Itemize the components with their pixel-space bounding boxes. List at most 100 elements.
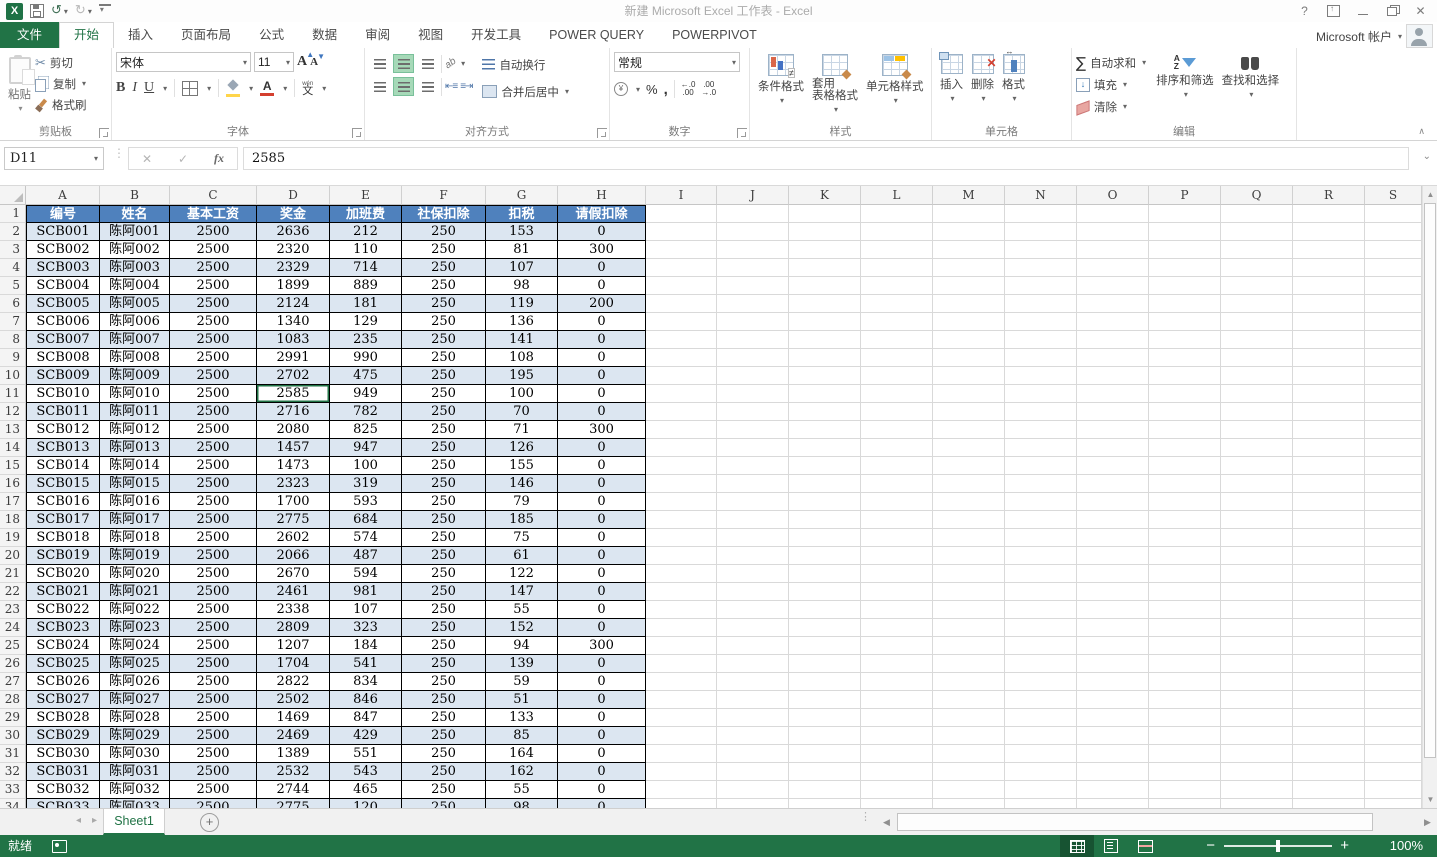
column-header-C[interactable]: C (170, 186, 257, 205)
grid-cell-O31[interactable] (1077, 745, 1149, 763)
grid-cell-O4[interactable] (1077, 259, 1149, 277)
grid-cell-Q27[interactable] (1221, 673, 1293, 691)
grid-cell-A25[interactable]: SCB024 (26, 637, 100, 655)
grid-cell-P1[interactable] (1149, 205, 1221, 223)
grid-cell-E16[interactable]: 319 (330, 475, 402, 493)
grid-cell-E6[interactable]: 181 (330, 295, 402, 313)
grid-cell-Q21[interactable] (1221, 565, 1293, 583)
grid-cell-C30[interactable]: 2500 (170, 727, 257, 745)
grid-cell-S26[interactable] (1365, 655, 1422, 673)
grid-cell-D20[interactable]: 2066 (257, 547, 330, 565)
grid-cell-A33[interactable]: SCB032 (26, 781, 100, 799)
grid-cell-E10[interactable]: 475 (330, 367, 402, 385)
grid-cell-P18[interactable] (1149, 511, 1221, 529)
grid-cell-S2[interactable] (1365, 223, 1422, 241)
horizontal-scroll-thumb[interactable] (897, 813, 1373, 831)
grid-cell-R34[interactable] (1293, 799, 1365, 808)
grid-cell-R9[interactable] (1293, 349, 1365, 367)
row-header-21[interactable]: 21 (0, 565, 26, 583)
grid-cell-E4[interactable]: 714 (330, 259, 402, 277)
grid-cell-G16[interactable]: 146 (486, 475, 558, 493)
grid-cell-A12[interactable]: SCB011 (26, 403, 100, 421)
number-format-combobox[interactable]: 常规 ▾ (614, 52, 740, 72)
grid-cell-O8[interactable] (1077, 331, 1149, 349)
collapse-ribbon-button[interactable]: ∧ (1418, 126, 1425, 137)
grid-cell-F25[interactable]: 250 (402, 637, 486, 655)
grid-cell-J26[interactable] (717, 655, 789, 673)
grid-cell-C3[interactable]: 2500 (170, 241, 257, 259)
grid-cell-L27[interactable] (861, 673, 933, 691)
grid-cell-S19[interactable] (1365, 529, 1422, 547)
cell-styles-button[interactable]: 单元格样式 ▾ (862, 52, 928, 125)
ribbon-tab-开发工具[interactable]: 开发工具 (457, 22, 535, 48)
grid-cell-J29[interactable] (717, 709, 789, 727)
grid-cell-F16[interactable]: 250 (402, 475, 486, 493)
column-header-F[interactable]: F (402, 186, 486, 205)
row-header-18[interactable]: 18 (0, 511, 26, 529)
grid-cell-L30[interactable] (861, 727, 933, 745)
grid-cell-Q5[interactable] (1221, 277, 1293, 295)
grid-cell-C25[interactable]: 2500 (170, 637, 257, 655)
grid-cell-K32[interactable] (789, 763, 861, 781)
grid-cell-I11[interactable] (646, 385, 717, 403)
grid-cell-E22[interactable]: 981 (330, 583, 402, 601)
grid-cell-H20[interactable]: 0 (558, 547, 646, 565)
grid-cell-S34[interactable] (1365, 799, 1422, 808)
merge-center-button[interactable]: 合并后居中 ▾ (482, 81, 569, 102)
grid-cell-L17[interactable] (861, 493, 933, 511)
grid-cell-P16[interactable] (1149, 475, 1221, 493)
grid-cell-K22[interactable] (789, 583, 861, 601)
grid-cell-S9[interactable] (1365, 349, 1422, 367)
grid-cell-J10[interactable] (717, 367, 789, 385)
grid-cell-J21[interactable] (717, 565, 789, 583)
grid-cell-C34[interactable]: 2500 (170, 799, 257, 808)
grid-cell-D3[interactable]: 2320 (257, 241, 330, 259)
row-header-6[interactable]: 6 (0, 295, 26, 313)
grid-cell-D17[interactable]: 1700 (257, 493, 330, 511)
grid-cell-O28[interactable] (1077, 691, 1149, 709)
grid-cell-R8[interactable] (1293, 331, 1365, 349)
grid-cell-Q16[interactable] (1221, 475, 1293, 493)
grid-cell-L8[interactable] (861, 331, 933, 349)
grid-cell-C31[interactable]: 2500 (170, 745, 257, 763)
grid-cell-D13[interactable]: 2080 (257, 421, 330, 439)
format-painter-button[interactable]: 格式刷 (35, 94, 87, 115)
grid-cell-Q13[interactable] (1221, 421, 1293, 439)
grid-cell-S12[interactable] (1365, 403, 1422, 421)
grid-cell-F18[interactable]: 250 (402, 511, 486, 529)
undo-button[interactable]: ↺ ▾ (51, 1, 68, 21)
grid-cell-G29[interactable]: 133 (486, 709, 558, 727)
grid-cell-N6[interactable] (1005, 295, 1077, 313)
grid-cell-R7[interactable] (1293, 313, 1365, 331)
column-header-R[interactable]: R (1293, 186, 1365, 205)
grid-cell-N17[interactable] (1005, 493, 1077, 511)
grid-cell-Q9[interactable] (1221, 349, 1293, 367)
grid-cell-Q26[interactable] (1221, 655, 1293, 673)
grid-cell-K6[interactable] (789, 295, 861, 313)
grid-cell-R4[interactable] (1293, 259, 1365, 277)
grid-cell-N5[interactable] (1005, 277, 1077, 295)
grid-cell-E25[interactable]: 184 (330, 637, 402, 655)
row-header-28[interactable]: 28 (0, 691, 26, 709)
grid-cell-R25[interactable] (1293, 637, 1365, 655)
grid-cell-S4[interactable] (1365, 259, 1422, 277)
grid-cell-R33[interactable] (1293, 781, 1365, 799)
grid-cell-G17[interactable]: 79 (486, 493, 558, 511)
grid-cell-A17[interactable]: SCB016 (26, 493, 100, 511)
grid-cell-N11[interactable] (1005, 385, 1077, 403)
row-header-29[interactable]: 29 (0, 709, 26, 727)
align-top-button[interactable] (369, 54, 390, 73)
grid-cell-G7[interactable]: 136 (486, 313, 558, 331)
grid-cell-L34[interactable] (861, 799, 933, 808)
zoom-slider-thumb[interactable] (1276, 840, 1280, 852)
grid-cell-A24[interactable]: SCB023 (26, 619, 100, 637)
grid-cell-J17[interactable] (717, 493, 789, 511)
delete-cells-button[interactable]: ✕ 删除 ▾ (967, 52, 998, 125)
grid-cell-O11[interactable] (1077, 385, 1149, 403)
font-name-combobox[interactable]: 宋体 ▾ (116, 52, 251, 72)
grid-cell-M13[interactable] (933, 421, 1005, 439)
grid-cell-H12[interactable]: 0 (558, 403, 646, 421)
grid-cell-O21[interactable] (1077, 565, 1149, 583)
grid-cell-S14[interactable] (1365, 439, 1422, 457)
ribbon-tab-公式[interactable]: 公式 (245, 22, 298, 48)
